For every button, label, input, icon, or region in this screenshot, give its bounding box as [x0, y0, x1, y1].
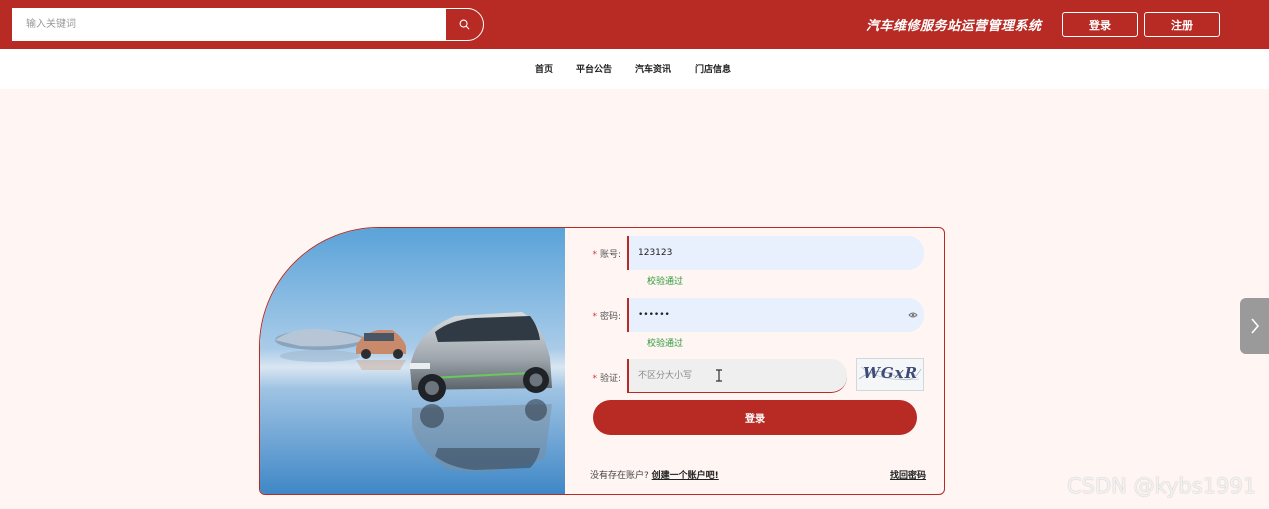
- captcha-field[interactable]: [627, 359, 847, 393]
- captcha-code: WGxR: [863, 364, 918, 382]
- search-input[interactable]: [13, 9, 445, 40]
- login-submit-button[interactable]: 登录: [593, 400, 917, 435]
- search-box: [12, 8, 484, 41]
- captcha-image[interactable]: WGxR: [856, 358, 924, 391]
- text-cursor-icon: [716, 369, 722, 382]
- create-account-link[interactable]: 创建一个账户吧!: [652, 471, 719, 481]
- password-field[interactable]: [627, 298, 924, 332]
- nav-item-home[interactable]: 首页: [535, 62, 553, 75]
- main-nav: 首页 平台公告 汽车资讯 门店信息: [0, 49, 1269, 89]
- search-icon: [459, 19, 470, 30]
- password-validation-msg: 校验通过: [647, 339, 684, 349]
- header-login-button[interactable]: 登录: [1062, 12, 1138, 37]
- password-label: * 密码:: [592, 312, 621, 322]
- nav-item-car-news[interactable]: 汽车资讯: [635, 62, 671, 75]
- chevron-right-icon: [1250, 318, 1259, 334]
- search-button[interactable]: [445, 8, 484, 41]
- eye-icon[interactable]: [908, 311, 918, 319]
- nav-item-announcements[interactable]: 平台公告: [576, 62, 612, 75]
- captcha-label: * 验证:: [592, 374, 621, 384]
- account-validation-msg: 校验通过: [647, 277, 684, 287]
- register-prompt: 没有存在账户? 创建一个账户吧!: [590, 471, 719, 481]
- top-header: 汽车维修服务站运营管理系统 登录 注册: [0, 0, 1269, 49]
- watermark: CSDN @kybs1991: [1067, 474, 1257, 498]
- password-input[interactable]: [629, 298, 924, 332]
- header-register-button[interactable]: 注册: [1144, 12, 1220, 37]
- captcha-input[interactable]: [629, 359, 847, 392]
- hero-car-image: [260, 228, 565, 494]
- next-arrow-button[interactable]: [1240, 298, 1269, 354]
- forgot-password-link[interactable]: 找回密码: [890, 468, 926, 481]
- nav-item-store-info[interactable]: 门店信息: [695, 62, 731, 75]
- system-title: 汽车维修服务站运营管理系统: [866, 19, 1042, 34]
- account-field[interactable]: [627, 236, 924, 270]
- account-input[interactable]: [629, 236, 924, 270]
- login-card: *账号: 校验通过 *密码: 校验通过 *验证: 登录 没有存在账户? 创建一个…: [259, 227, 945, 495]
- account-label: * 账号:: [592, 250, 621, 260]
